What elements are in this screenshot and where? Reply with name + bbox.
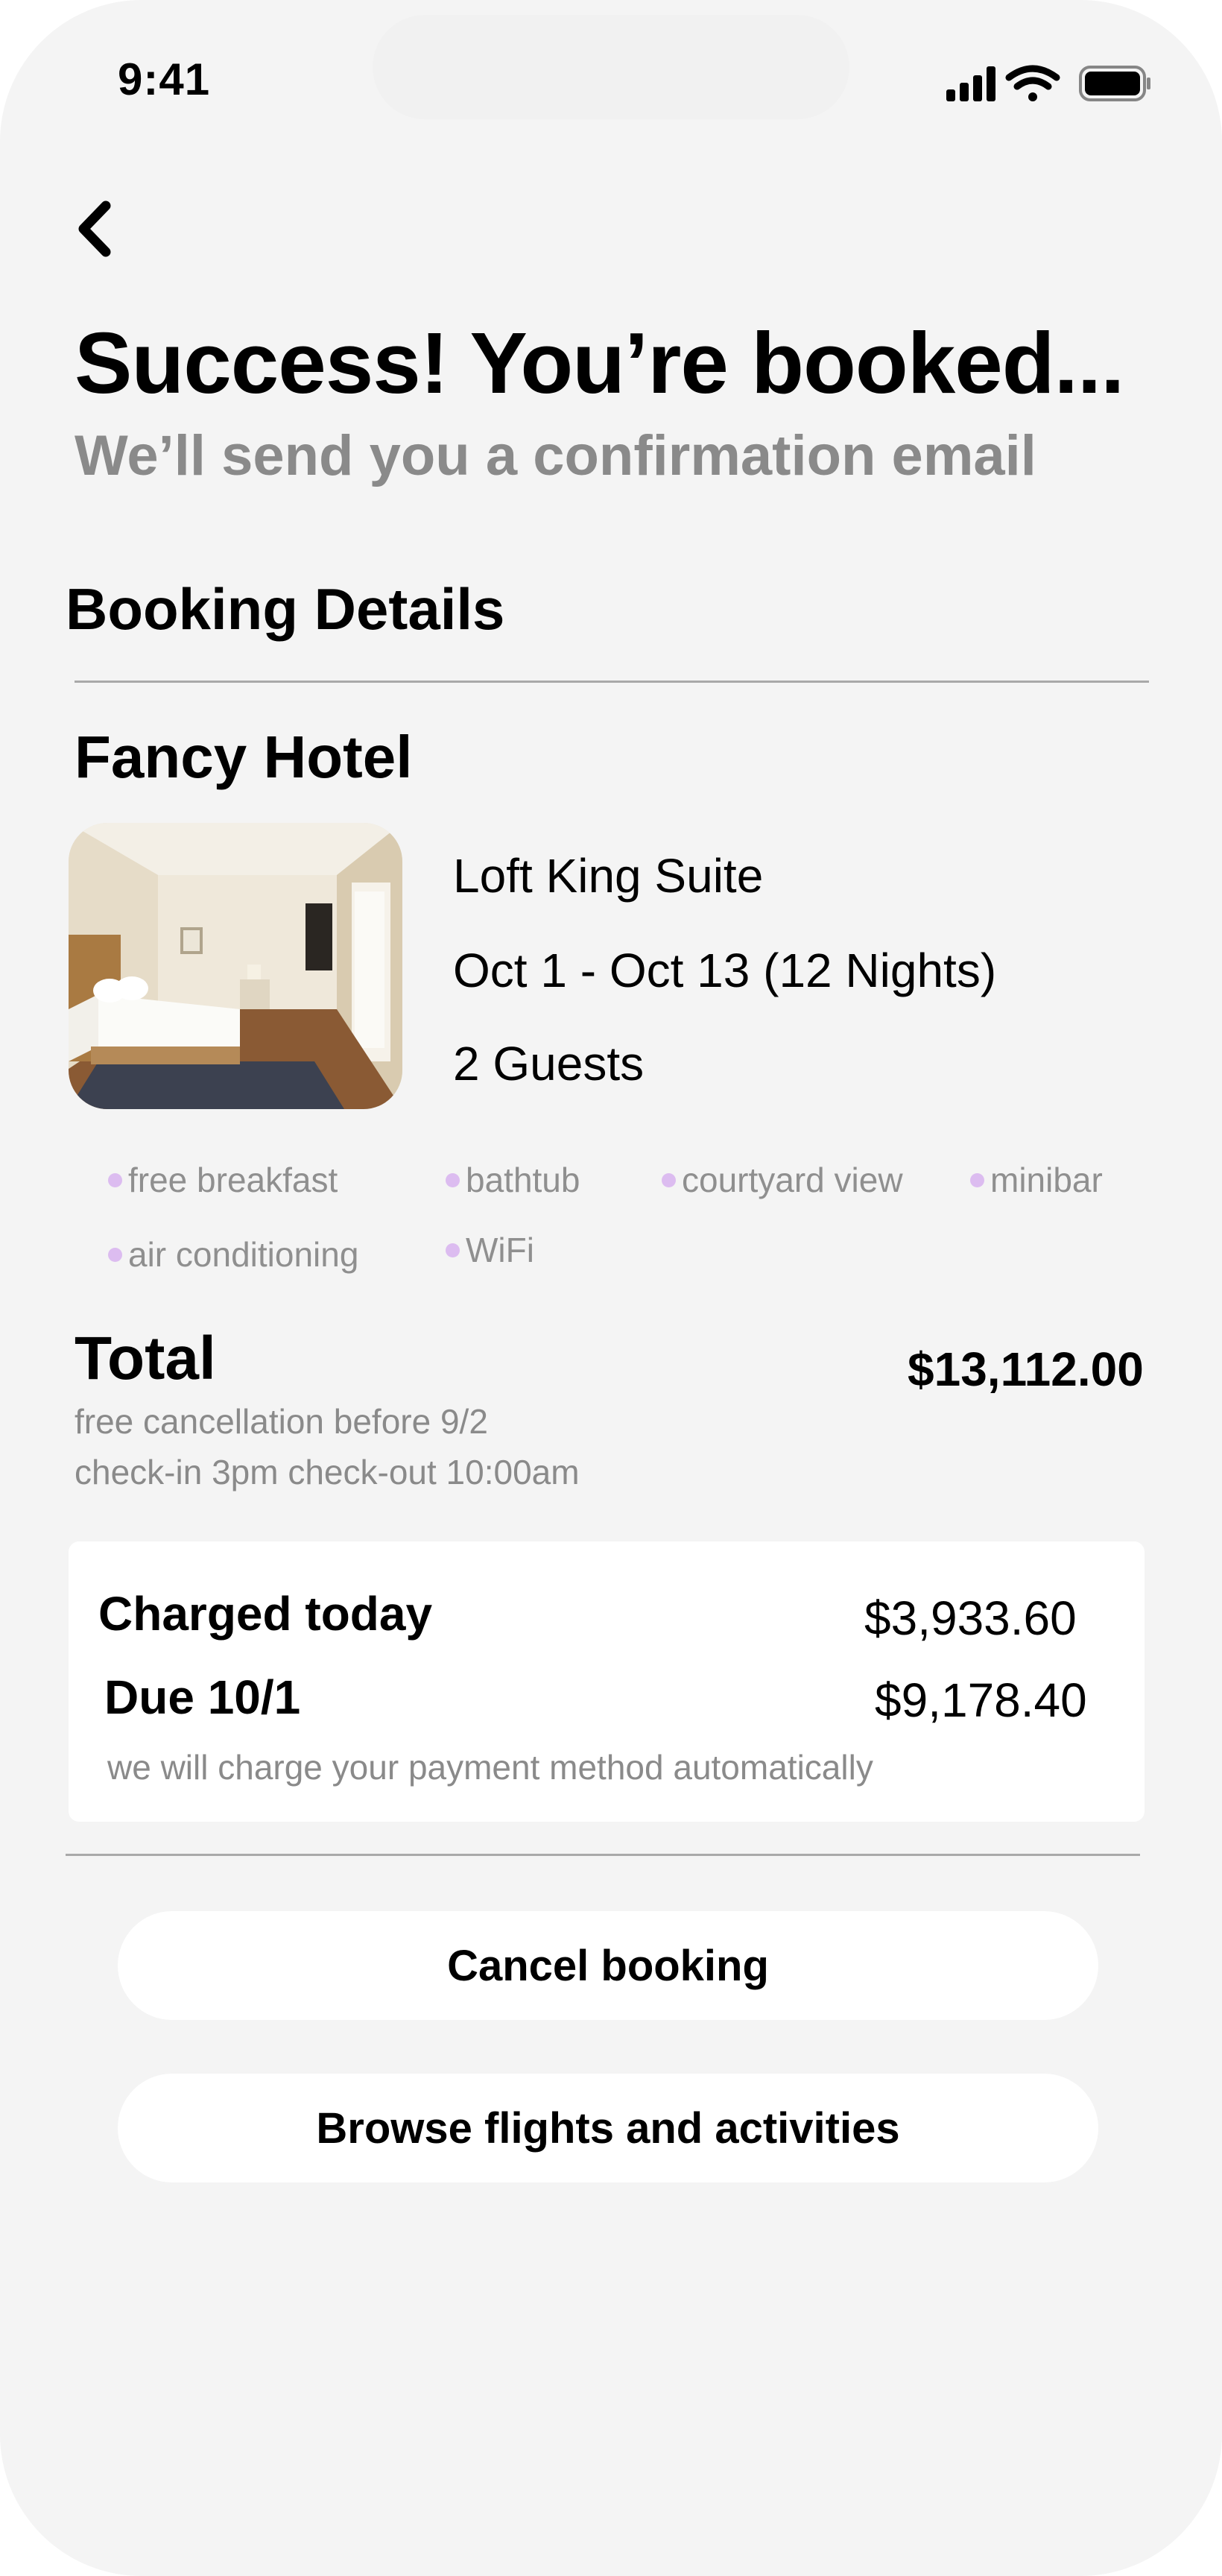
- phone-screen: 9:41 Success! You’re booked... We’ll sen…: [0, 0, 1222, 2576]
- battery-icon: [1079, 66, 1150, 101]
- cancel-booking-button[interactable]: Cancel booking: [118, 1911, 1098, 2020]
- charged-today-label: Charged today: [98, 1587, 433, 1641]
- guest-count: 2 Guests: [453, 1037, 645, 1090]
- due-amount: $9,178.40: [875, 1673, 1087, 1727]
- hotel-name: Fancy Hotel: [75, 724, 413, 790]
- booking-details-heading: Booking Details: [66, 576, 505, 642]
- total-amount: $13,112.00: [908, 1342, 1144, 1396]
- bullet-dot-icon: [108, 1172, 122, 1187]
- status-icons: [946, 64, 1152, 103]
- due-date-label: Due 10/1: [104, 1670, 301, 1724]
- bullet-dot-icon: [446, 1243, 460, 1257]
- total-label: Total: [75, 1325, 216, 1392]
- amenity-tag: air conditioning: [108, 1234, 358, 1275]
- status-time: 9:41: [118, 54, 211, 104]
- payment-note: we will charge your payment method autom…: [107, 1748, 873, 1787]
- chevron-left-icon: [78, 201, 111, 257]
- wifi-icon: [1005, 65, 1060, 101]
- bullet-dot-icon: [446, 1172, 460, 1187]
- page-subtitle: We’ll send you a confirmation email: [75, 424, 1036, 487]
- cancellation-policy: free cancellation before 9/2: [75, 1402, 488, 1441]
- bullet-dot-icon: [970, 1172, 984, 1187]
- browse-flights-activities-button[interactable]: Browse flights and activities: [118, 2074, 1098, 2182]
- hotel-room-photo: [69, 823, 402, 1109]
- bullet-dot-icon: [662, 1172, 676, 1187]
- amenity-tag: free breakfast: [108, 1160, 338, 1200]
- back-button[interactable]: [72, 195, 124, 262]
- cellular-signal-icon: [946, 66, 995, 101]
- stay-dates: Oct 1 - Oct 13 (12 Nights): [453, 944, 997, 997]
- room-type: Loft King Suite: [453, 849, 764, 903]
- divider: [75, 681, 1149, 683]
- page-title: Success! You’re booked...: [75, 315, 1124, 411]
- amenity-tag: WiFi: [446, 1230, 534, 1270]
- dynamic-island: [373, 15, 849, 119]
- check-in-times: check-in 3pm check-out 10:00am: [75, 1453, 580, 1491]
- divider: [66, 1854, 1140, 1856]
- charged-today-amount: $3,933.60: [864, 1591, 1077, 1645]
- amenity-tag: bathtub: [446, 1160, 580, 1200]
- amenity-tag: minibar: [970, 1160, 1103, 1200]
- bullet-dot-icon: [108, 1247, 122, 1262]
- amenity-tag: courtyard view: [662, 1160, 903, 1200]
